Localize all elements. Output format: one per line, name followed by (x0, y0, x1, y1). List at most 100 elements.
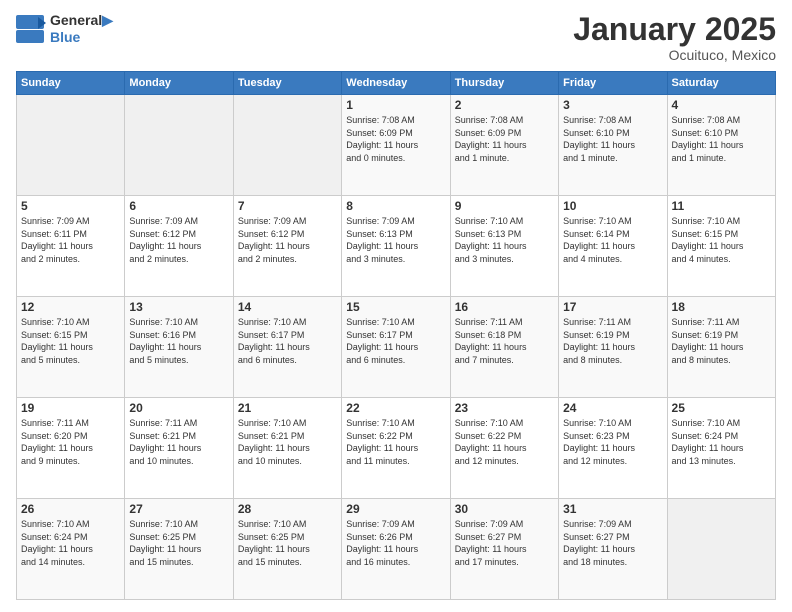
calendar-cell: 7Sunrise: 7:09 AM Sunset: 6:12 PM Daylig… (233, 196, 341, 297)
calendar-cell: 8Sunrise: 7:09 AM Sunset: 6:13 PM Daylig… (342, 196, 450, 297)
calendar-cell: 2 Sunrise: 7:08 AM Sunset: 6:09 PM Daylig… (450, 95, 558, 196)
calendar-cell: 3 Sunrise: 7:08 AM Sunset: 6:10 PM Daylig… (559, 95, 667, 196)
day-info: Sunrise: 7:10 AM Sunset: 6:21 PM Dayligh… (238, 417, 337, 467)
calendar-cell: 12 Sunrise: 7:10 AM Sunset: 6:15 PM Dayli… (17, 297, 125, 398)
day-number: 21 (238, 401, 337, 415)
calendar-cell: 10Sunrise: 7:10 AM Sunset: 6:14 PM Dayli… (559, 196, 667, 297)
calendar-cell: 17Sunrise: 7:11 AM Sunset: 6:19 PM Dayli… (559, 297, 667, 398)
day-number: 22 (346, 401, 445, 415)
day-number: 12 (21, 300, 120, 314)
calendar-cell: 30 Sunrise: 7:09 AM Sunset: 6:27 PM Dayli… (450, 499, 558, 600)
calendar-table: Sunday Monday Tuesday Wednesday Thursday… (16, 71, 776, 600)
calendar-cell: 28Sunrise: 7:10 AM Sunset: 6:25 PM Dayli… (233, 499, 341, 600)
day-info: Sunrise: 7:08 AM Sunset: 6:10 PM Dayligh… (563, 114, 662, 164)
day-info: Sunrise: 7:10 AM Sunset: 6:23 PM Dayligh… (563, 417, 662, 467)
calendar-cell: 16Sunrise: 7:11 AM Sunset: 6:18 PM Dayli… (450, 297, 558, 398)
calendar-cell: 15 Sunrise: 7:10 AM Sunset: 6:17 PM Dayli… (342, 297, 450, 398)
day-number: 5 (21, 199, 120, 213)
day-info: Sunrise: 7:10 AM Sunset: 6:25 PM Dayligh… (238, 518, 337, 568)
col-thursday: Thursday (450, 72, 558, 95)
calendar-week-4: 19Sunrise: 7:11 AM Sunset: 6:20 PM Dayli… (17, 398, 776, 499)
day-number: 6 (129, 199, 228, 213)
calendar-cell (17, 95, 125, 196)
day-info: Sunrise: 7:08 AM Sunset: 6:09 PM Dayligh… (455, 114, 554, 164)
day-number: 9 (455, 199, 554, 213)
day-info: Sunrise: 7:09 AM Sunset: 6:27 PM Dayligh… (563, 518, 662, 568)
calendar-cell: 23 Sunrise: 7:10 AM Sunset: 6:22 PM Dayli… (450, 398, 558, 499)
day-info: Sunrise: 7:10 AM Sunset: 6:15 PM Dayligh… (21, 316, 120, 366)
day-number: 15 (346, 300, 445, 314)
calendar-cell: 24 Sunrise: 7:10 AM Sunset: 6:23 PM Dayli… (559, 398, 667, 499)
calendar-header-row: Sunday Monday Tuesday Wednesday Thursday… (17, 72, 776, 95)
calendar-week-3: 12 Sunrise: 7:10 AM Sunset: 6:15 PM Dayli… (17, 297, 776, 398)
day-number: 23 (455, 401, 554, 415)
day-number: 8 (346, 199, 445, 213)
day-info: Sunrise: 7:10 AM Sunset: 6:14 PM Dayligh… (563, 215, 662, 265)
calendar-cell: 6Sunrise: 7:09 AM Sunset: 6:12 PM Daylig… (125, 196, 233, 297)
calendar-cell: 29 Sunrise: 7:09 AM Sunset: 6:26 PM Dayli… (342, 499, 450, 600)
calendar-cell: 19Sunrise: 7:11 AM Sunset: 6:20 PM Dayli… (17, 398, 125, 499)
day-number: 2 (455, 98, 554, 112)
day-info: Sunrise: 7:09 AM Sunset: 6:11 PM Dayligh… (21, 215, 120, 265)
day-info: Sunrise: 7:10 AM Sunset: 6:13 PM Dayligh… (455, 215, 554, 265)
day-info: Sunrise: 7:10 AM Sunset: 6:25 PM Dayligh… (129, 518, 228, 568)
day-number: 20 (129, 401, 228, 415)
day-number: 1 (346, 98, 445, 112)
calendar-cell: 4 Sunrise: 7:08 AM Sunset: 6:10 PM Daylig… (667, 95, 775, 196)
calendar-week-2: 5 Sunrise: 7:09 AM Sunset: 6:11 PM Daylig… (17, 196, 776, 297)
calendar-cell: 21 Sunrise: 7:10 AM Sunset: 6:21 PM Dayli… (233, 398, 341, 499)
col-friday: Friday (559, 72, 667, 95)
day-number: 24 (563, 401, 662, 415)
day-number: 31 (563, 502, 662, 516)
day-number: 3 (563, 98, 662, 112)
day-info: Sunrise: 7:08 AM Sunset: 6:10 PM Dayligh… (672, 114, 771, 164)
col-tuesday: Tuesday (233, 72, 341, 95)
calendar-cell: 20 Sunrise: 7:11 AM Sunset: 6:21 PM Dayli… (125, 398, 233, 499)
calendar-cell: 14Sunrise: 7:10 AM Sunset: 6:17 PM Dayli… (233, 297, 341, 398)
calendar-cell: 1Sunrise: 7:08 AM Sunset: 6:09 PM Daylig… (342, 95, 450, 196)
day-info: Sunrise: 7:09 AM Sunset: 6:26 PM Dayligh… (346, 518, 445, 568)
day-number: 17 (563, 300, 662, 314)
calendar-cell: 13 Sunrise: 7:10 AM Sunset: 6:16 PM Dayli… (125, 297, 233, 398)
col-monday: Monday (125, 72, 233, 95)
calendar-week-1: 1 Sunrise: 7:08 AM Sunset: 6:09 PM Daylig… (17, 95, 776, 196)
calendar-cell (125, 95, 233, 196)
day-number: 27 (129, 502, 228, 516)
day-info: Sunrise: 7:09 AM Sunset: 6:27 PM Dayligh… (455, 518, 554, 568)
day-number: 29 (346, 502, 445, 516)
day-info: Sunrise: 7:10 AM Sunset: 6:24 PM Dayligh… (672, 417, 771, 467)
day-info: Sunrise: 7:11 AM Sunset: 6:19 PM Dayligh… (672, 316, 771, 366)
col-wednesday: Wednesday (342, 72, 450, 95)
calendar-cell: 11 Sunrise: 7:10 AM Sunset: 6:15 PM Dayli… (667, 196, 775, 297)
calendar-week-5: 26 Sunrise: 7:10 AM Sunset: 6:24 PM Dayli… (17, 499, 776, 600)
header: General▶ Blue January 2025 Ocuituco, Mex… (16, 12, 776, 63)
calendar-cell: 26 Sunrise: 7:10 AM Sunset: 6:24 PM Dayli… (17, 499, 125, 600)
day-info: Sunrise: 7:11 AM Sunset: 6:21 PM Dayligh… (129, 417, 228, 467)
day-info: Sunrise: 7:09 AM Sunset: 6:12 PM Dayligh… (238, 215, 337, 265)
page: General▶ Blue January 2025 Ocuituco, Mex… (0, 0, 792, 612)
col-sunday: Sunday (17, 72, 125, 95)
day-number: 30 (455, 502, 554, 516)
day-info: Sunrise: 7:10 AM Sunset: 6:17 PM Dayligh… (346, 316, 445, 366)
calendar-cell: 31 Sunrise: 7:09 AM Sunset: 6:27 PM Dayli… (559, 499, 667, 600)
day-info: Sunrise: 7:10 AM Sunset: 6:24 PM Dayligh… (21, 518, 120, 568)
calendar-cell (233, 95, 341, 196)
day-number: 4 (672, 98, 771, 112)
day-number: 13 (129, 300, 228, 314)
calendar-cell: 9 Sunrise: 7:10 AM Sunset: 6:13 PM Daylig… (450, 196, 558, 297)
calendar-cell: 18 Sunrise: 7:11 AM Sunset: 6:19 PM Dayli… (667, 297, 775, 398)
logo: General▶ Blue (16, 12, 113, 45)
logo-text: General▶ Blue (50, 12, 113, 45)
day-info: Sunrise: 7:10 AM Sunset: 6:15 PM Dayligh… (672, 215, 771, 265)
day-number: 11 (672, 199, 771, 213)
day-number: 18 (672, 300, 771, 314)
calendar-cell: 25Sunrise: 7:10 AM Sunset: 6:24 PM Dayli… (667, 398, 775, 499)
day-info: Sunrise: 7:10 AM Sunset: 6:16 PM Dayligh… (129, 316, 228, 366)
day-info: Sunrise: 7:10 AM Sunset: 6:22 PM Dayligh… (455, 417, 554, 467)
day-number: 14 (238, 300, 337, 314)
calendar-cell: 22Sunrise: 7:10 AM Sunset: 6:22 PM Dayli… (342, 398, 450, 499)
day-number: 26 (21, 502, 120, 516)
day-number: 16 (455, 300, 554, 314)
day-number: 19 (21, 401, 120, 415)
calendar-cell: 5 Sunrise: 7:09 AM Sunset: 6:11 PM Daylig… (17, 196, 125, 297)
